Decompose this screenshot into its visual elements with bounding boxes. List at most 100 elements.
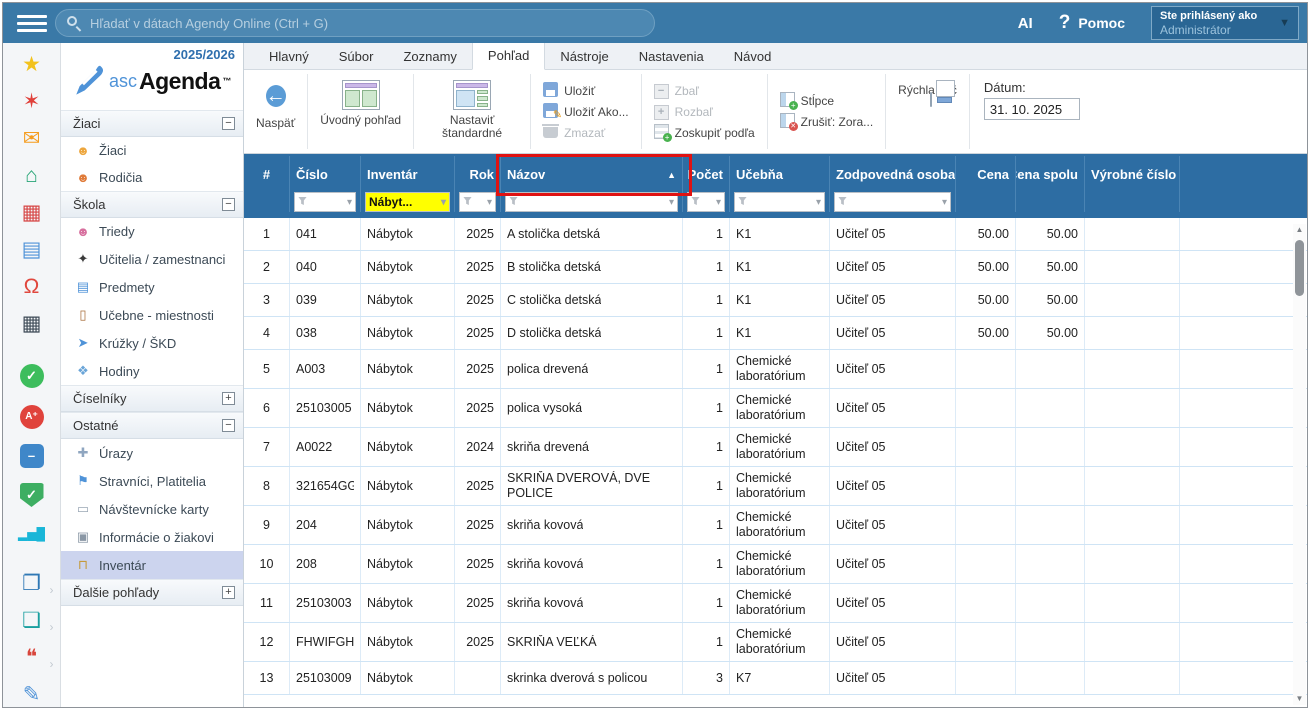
cell-n-zov[interactable]: C stolička detská <box>501 284 683 316</box>
search-input[interactable] <box>55 9 655 37</box>
hamburger-menu-icon[interactable] <box>17 10 47 36</box>
collapse-icon[interactable]: − <box>222 419 235 432</box>
save-as-button[interactable]: Uložiť Ako... <box>543 101 629 122</box>
cell-invent-r[interactable]: Nábytok <box>361 317 455 349</box>
statistics-icon[interactable]: ▂▅█ <box>12 520 52 546</box>
cell-cena[interactable] <box>956 350 1016 388</box>
cell-po-et[interactable]: 1 <box>683 428 730 466</box>
cell-n-zov[interactable]: skrinka dverová s policou <box>501 662 683 694</box>
cell-cena-spolu[interactable] <box>1016 623 1085 661</box>
cell-zodpovedn-osoba[interactable]: Učiteľ 05 <box>830 584 956 622</box>
cell-u-eb-a[interactable]: Chemické laboratórium <box>730 467 830 505</box>
cell-v-robn-slo[interactable] <box>1085 284 1180 316</box>
cell-po-et[interactable]: 1 <box>683 506 730 544</box>
column-header-cena[interactable]: Cena <box>956 156 1016 192</box>
filter-zodpovedn-osoba[interactable]: ▾ <box>834 192 951 212</box>
cell-cena[interactable]: 50.00 <box>956 251 1016 283</box>
cell-invent-r[interactable]: Nábytok <box>361 662 455 694</box>
cell-v-robn-slo[interactable] <box>1085 545 1180 583</box>
cell--slo[interactable]: 208 <box>290 545 361 583</box>
sidebar-item-rooms[interactable]: ▯Učebne - miestnosti <box>61 301 243 329</box>
cell--[interactable]: 8 <box>244 467 290 505</box>
cell--[interactable]: 2 <box>244 251 290 283</box>
messages-icon[interactable]: ❝› <box>12 646 52 670</box>
filter--slo[interactable]: ▾ <box>294 192 356 212</box>
cell-n-zov[interactable]: skriňa kovová <box>501 545 683 583</box>
cell-zodpovedn-osoba[interactable]: Učiteľ 05 <box>830 545 956 583</box>
cell-cena[interactable]: 50.00 <box>956 317 1016 349</box>
cell-invent-r[interactable]: Nábytok <box>361 218 455 250</box>
filter-u-eb-a[interactable]: ▾ <box>734 192 825 212</box>
column-header-rok[interactable]: Rok <box>455 156 501 192</box>
cell-invent-r[interactable]: Nábytok <box>361 506 455 544</box>
cell-cena-spolu[interactable] <box>1016 545 1085 583</box>
classbook-icon[interactable]: ▤ <box>12 238 52 262</box>
wizard-icon[interactable]: ✶ <box>12 90 52 114</box>
cell-rok[interactable] <box>455 662 501 694</box>
cell--slo[interactable]: 25103003 <box>290 584 361 622</box>
cell--slo[interactable]: A003 <box>290 350 361 388</box>
cell-zodpovedn-osoba[interactable]: Učiteľ 05 <box>830 428 956 466</box>
cell-invent-r[interactable]: Nábytok <box>361 350 455 388</box>
tab-súbor[interactable]: Súbor <box>324 44 389 70</box>
cell-u-eb-a[interactable]: K1 <box>730 218 830 250</box>
columns-button[interactable]: Stĺpce <box>780 91 874 112</box>
cell-u-eb-a[interactable]: K1 <box>730 317 830 349</box>
security-icon[interactable]: ✓ <box>12 481 52 507</box>
cell-rok[interactable]: 2025 <box>455 623 501 661</box>
cell-cena-spolu[interactable]: 50.00 <box>1016 284 1085 316</box>
cell--[interactable]: 3 <box>244 284 290 316</box>
cell-v-robn-slo[interactable] <box>1085 218 1180 250</box>
cell--[interactable]: 10 <box>244 545 290 583</box>
table-row[interactable]: 9204Nábytok2025skriňa kovová1Chemické la… <box>244 506 1307 545</box>
tab-návod[interactable]: Návod <box>719 44 787 70</box>
ai-button[interactable]: AI <box>1018 15 1033 32</box>
cell-po-et[interactable]: 1 <box>683 284 730 316</box>
sidebar-item-lessons[interactable]: ❖Hodiny <box>61 357 243 385</box>
home-icon[interactable]: ⌂ <box>12 164 52 188</box>
school-year[interactable]: 2025/2026 <box>69 47 235 62</box>
cell-cena-spolu[interactable] <box>1016 584 1085 622</box>
cell-u-eb-a[interactable]: Chemické laboratórium <box>730 623 830 661</box>
cell-cena-spolu[interactable] <box>1016 467 1085 505</box>
cell--slo[interactable]: 039 <box>290 284 361 316</box>
column-header-invent-r[interactable]: Inventár <box>361 156 455 192</box>
cell-zodpovedn-osoba[interactable]: Učiteľ 05 <box>830 389 956 427</box>
table-row[interactable]: 3039Nábytok2025C stolička detská1K1Učite… <box>244 284 1307 317</box>
cell--slo[interactable]: 040 <box>290 251 361 283</box>
cell-zodpovedn-osoba[interactable]: Učiteľ 05 <box>830 623 956 661</box>
column-header-cena-spolu[interactable]: Cena spolu <box>1016 156 1085 192</box>
expand-icon[interactable]: + <box>222 586 235 599</box>
column-header-po-et[interactable]: Počet <box>683 156 730 192</box>
cell-zodpovedn-osoba[interactable]: Učiteľ 05 <box>830 284 956 316</box>
cell-po-et[interactable]: 1 <box>683 545 730 583</box>
cell-po-et[interactable]: 1 <box>683 317 730 349</box>
tab-hlavný[interactable]: Hlavný <box>254 44 324 70</box>
cell-invent-r[interactable]: Nábytok <box>361 584 455 622</box>
cell-cena-spolu[interactable] <box>1016 389 1085 427</box>
save-button[interactable]: Uložiť <box>543 80 629 101</box>
date-input[interactable] <box>984 98 1080 120</box>
cell-u-eb-a[interactable]: Chemické laboratórium <box>730 545 830 583</box>
cell--[interactable]: 5 <box>244 350 290 388</box>
delete-button[interactable]: Zmazať <box>543 122 629 143</box>
cell--[interactable]: 11 <box>244 584 290 622</box>
cell-u-eb-a[interactable]: K1 <box>730 284 830 316</box>
cell-rok[interactable]: 2024 <box>455 428 501 466</box>
table-row[interactable]: 8321654GGCNábytok2025SKRIŇA DVEROVÁ, DVE… <box>244 467 1307 506</box>
cell-n-zov[interactable]: D stolička detská <box>501 317 683 349</box>
cell-n-zov[interactable]: SKRIŇA DVEROVÁ, DVE POLICE <box>501 467 683 505</box>
cell--[interactable]: 6 <box>244 389 290 427</box>
sidebar-item-visitor-cards[interactable]: ▭Návštevnícke karty <box>61 495 243 523</box>
cell-rok[interactable]: 2025 <box>455 389 501 427</box>
timetable-icon[interactable]: ▦ <box>12 201 52 225</box>
cell-rok[interactable]: 2025 <box>455 317 501 349</box>
cell--[interactable]: 1 <box>244 218 290 250</box>
cell-u-eb-a[interactable]: Chemické laboratórium <box>730 506 830 544</box>
help-button[interactable]: ? Pomoc <box>1059 12 1125 34</box>
cell-n-zov[interactable]: SKRIŇA VEĽKÁ <box>501 623 683 661</box>
cell-n-zov[interactable]: A stolička detská <box>501 218 683 250</box>
cell-po-et[interactable]: 1 <box>683 623 730 661</box>
column-header-n-zov[interactable]: Názov▲ <box>501 156 683 192</box>
cell-v-robn-slo[interactable] <box>1085 662 1180 694</box>
